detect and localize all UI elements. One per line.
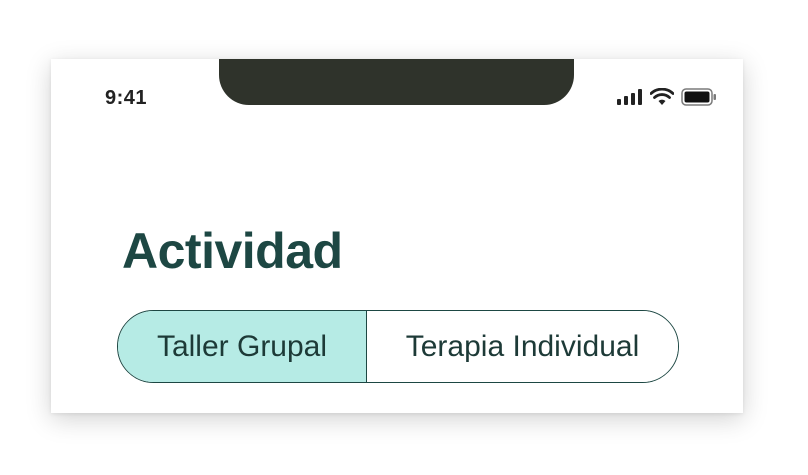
segment-taller-grupal[interactable]: Taller Grupal [118,311,367,382]
phone-screen: 9:41 Actividad Taller Grupal Terapia Ind… [51,59,743,413]
status-icons [617,88,717,106]
segment-terapia-individual[interactable]: Terapia Individual [367,311,678,382]
device-notch [219,59,574,105]
signal-icon [617,89,642,105]
canvas: 9:41 Actividad Taller Grupal Terapia Ind… [0,0,808,475]
wifi-icon [650,88,674,105]
battery-icon [681,88,716,106]
status-time: 9:41 [105,87,148,109]
activity-segmented-control: Taller Grupal Terapia Individual [117,310,679,383]
page-title: Actividad [122,223,343,279]
